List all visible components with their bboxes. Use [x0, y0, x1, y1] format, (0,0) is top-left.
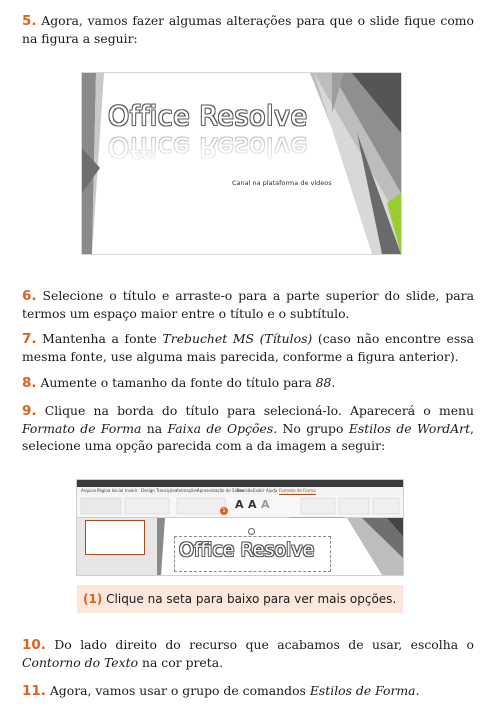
step-9: 9. Clique na borda do título para seleci… [22, 403, 474, 453]
wordart-style-a1[interactable]: A [235, 498, 244, 511]
slide-title-reflection: Office Resolve [108, 131, 308, 162]
tab-ajuda[interactable]: Ajuda [266, 488, 277, 494]
wordart-style-a3[interactable]: A [261, 498, 270, 511]
step-7: 7. Mantenha a fonte Trebuchet MS (Título… [22, 331, 474, 364]
slide-thumbnail[interactable] [85, 520, 145, 555]
tab-transicoes[interactable]: Transições [156, 488, 177, 494]
tab-inserir[interactable]: Inserir [125, 488, 138, 494]
step-number: 10. [22, 637, 46, 653]
tab-pagina-inicial[interactable]: Página Inicial [97, 488, 123, 494]
step-text: Agora, vamos fazer algumas alterações pa… [22, 13, 474, 46]
slide-figure: Office Resolve Office Resolve Canal na p… [82, 73, 401, 254]
step-5: 5. Agora, vamos fazer algumas alterações… [22, 12, 474, 47]
tab-revisao[interactable]: Revisão [237, 488, 253, 494]
tab-arquivo[interactable]: Arquivo [81, 488, 96, 494]
step-number: 6. [22, 288, 37, 304]
step-number: 7. [22, 331, 37, 347]
step-8: 8. Aumente o tamanho da fonte do título … [22, 375, 336, 391]
ribbon-tabs: Arquivo Página Inicial Inserir Design Tr… [77, 487, 403, 495]
wordart-style-a2[interactable]: A [248, 498, 257, 511]
step-number: 8. [22, 375, 37, 391]
rotate-handle[interactable] [248, 528, 255, 535]
callout-marker: 1 [220, 507, 228, 515]
step-10: 10. Do lado direito do recurso que acaba… [22, 637, 474, 670]
slide-title: Office Resolve [108, 101, 308, 132]
ribbon-screenshot: Arquivo Página Inicial Inserir Design Tr… [77, 480, 403, 575]
slide-subtitle: Canal na plataforma de vídeos [232, 179, 332, 187]
tab-animacoes[interactable]: Animações [176, 488, 198, 494]
step-text: Selecione o título e arraste-o para a pa… [22, 288, 474, 321]
step-number: 5. [22, 13, 37, 29]
note-text: Clique na seta para baixo para ver mais … [102, 592, 397, 606]
canvas-title: Office Resolve [179, 539, 315, 561]
note-number: (1) [83, 592, 103, 606]
tip-note: (1) Clique na seta para baixo para ver m… [77, 585, 403, 613]
tab-formato-de-forma[interactable]: Formato de Forma [279, 488, 316, 495]
tab-exibir[interactable]: Exibir [253, 488, 264, 494]
step-6: 6. Selecione o título e arraste-o para a… [22, 287, 474, 322]
step-number: 9. [22, 403, 37, 419]
step-number: 11. [22, 683, 46, 699]
tab-design[interactable]: Design [141, 488, 155, 494]
window-titlebar [77, 480, 403, 487]
step-11: 11. Agora, vamos usar o grupo de comando… [22, 683, 420, 699]
